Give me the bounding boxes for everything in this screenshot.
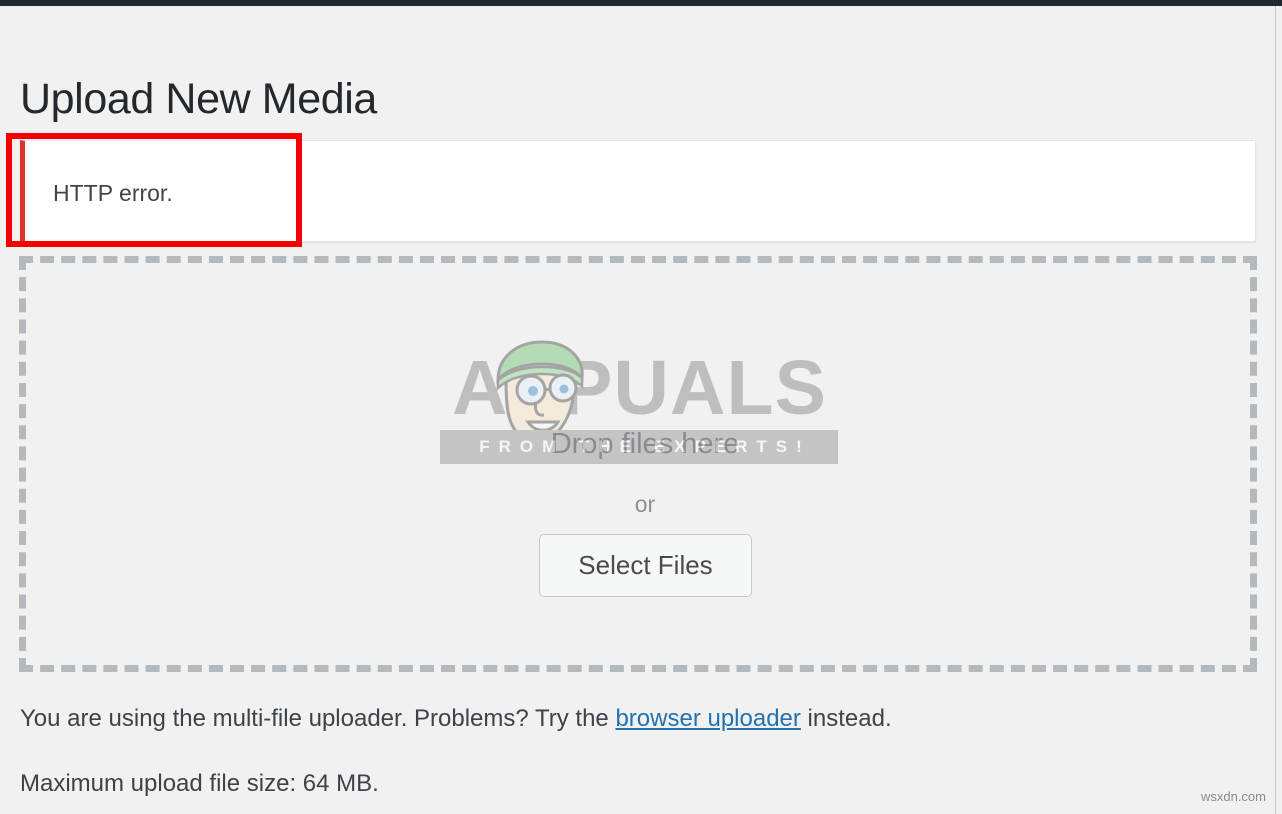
browser-uploader-link[interactable]: browser uploader bbox=[615, 705, 800, 732]
uploader-note-suffix: instead. bbox=[800, 705, 892, 732]
or-label: or bbox=[634, 491, 656, 517]
file-dropzone[interactable]: Drop files here or Select Files bbox=[19, 256, 1257, 672]
multi-file-uploader-note: You are using the multi-file uploader. P… bbox=[20, 704, 892, 734]
uploader-note-prefix: You are using the multi-file uploader. P… bbox=[20, 705, 616, 732]
admin-bar bbox=[0, 0, 1282, 6]
scroll-gutter[interactable] bbox=[1275, 6, 1282, 814]
site-watermark: wsxdn.com bbox=[1200, 789, 1266, 804]
notice-message: HTTP error. bbox=[53, 180, 173, 206]
page-title: Upload New Media bbox=[20, 74, 377, 123]
max-upload-size-note: Maximum upload file size: 64 MB. bbox=[20, 770, 379, 797]
http-error-notice: HTTP error. bbox=[20, 140, 1256, 242]
media-upload-screen: Upload New Media HTTP error. Drop files … bbox=[0, 0, 1282, 814]
select-files-button[interactable]: Select Files bbox=[539, 534, 752, 597]
drop-files-label: Drop files here bbox=[550, 428, 740, 460]
